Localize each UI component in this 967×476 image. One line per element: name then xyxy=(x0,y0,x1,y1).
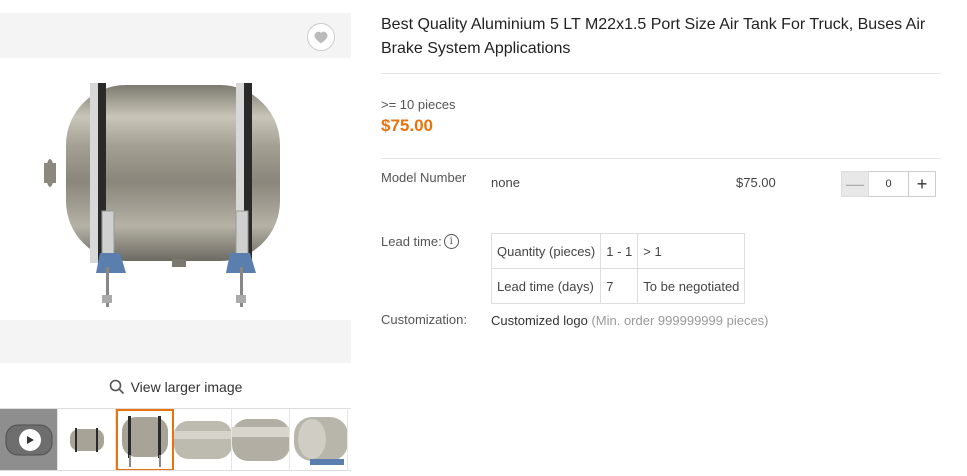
model-number-value: none xyxy=(491,175,520,190)
table-row: Quantity (pieces) 1 - 1 > 1 xyxy=(490,233,746,269)
lead-time-label: Lead time: xyxy=(381,234,442,249)
table-cell: 1 - 1 xyxy=(600,233,639,269)
search-icon xyxy=(109,379,124,395)
lead-time-label-wrap: Lead time: i xyxy=(381,234,459,249)
table-cell: > 1 xyxy=(637,233,746,269)
thumbnail-1[interactable] xyxy=(58,409,116,470)
table-cell: Lead time (days) xyxy=(490,268,602,304)
thumbnail-image xyxy=(232,419,289,461)
main-image-area[interactable] xyxy=(0,13,351,363)
thumbnail-3[interactable] xyxy=(174,409,232,470)
thumbnail-image xyxy=(122,416,168,467)
lead-time-row: Lead time: i Quantity (pieces) 1 - 1 > 1… xyxy=(381,215,941,307)
table-cell: Quantity (pieces) xyxy=(490,233,602,269)
view-larger-label: View larger image xyxy=(130,379,243,395)
customization-row: Customization: Customized logo (Min. ord… xyxy=(381,312,941,342)
variant-price: $75.00 xyxy=(736,175,776,190)
favorite-button[interactable] xyxy=(307,23,335,51)
thumbnail-image xyxy=(174,421,231,459)
play-icon xyxy=(19,429,41,451)
thumbnail-image xyxy=(294,417,347,465)
decrease-quantity-button[interactable]: — xyxy=(841,171,869,197)
video-thumbnail[interactable] xyxy=(0,409,58,470)
product-info: Best Quality Aluminium 5 LT M22x1.5 Port… xyxy=(381,13,941,342)
heart-icon xyxy=(314,31,328,43)
model-number-row: Model Number none $75.00 — + xyxy=(381,159,941,215)
customization-value: Customized logo xyxy=(491,313,588,328)
thumbnail-5[interactable] xyxy=(290,409,348,470)
thumbnail-2[interactable] xyxy=(116,409,174,470)
thumbnail-image xyxy=(70,428,104,452)
table-cell: To be negotiated xyxy=(637,268,746,304)
increase-quantity-button[interactable]: + xyxy=(908,171,936,197)
product-gallery: View larger image xyxy=(0,13,351,471)
quantity-stepper: — + xyxy=(841,171,936,197)
table-row: Lead time (days) 7 To be negotiated xyxy=(490,268,746,304)
price-block: >= 10 pieces $75.00 xyxy=(381,74,941,158)
customization-note: (Min. order 999999999 pieces) xyxy=(591,313,769,328)
table-cell: 7 xyxy=(600,268,639,304)
view-larger-image-link[interactable]: View larger image xyxy=(0,374,351,400)
thumbnail-strip xyxy=(0,408,351,471)
product-title: Best Quality Aluminium 5 LT M22x1.5 Port… xyxy=(381,16,926,57)
quantity-range: >= 10 pieces xyxy=(381,97,456,112)
lead-time-table: Quantity (pieces) 1 - 1 > 1 Lead time (d… xyxy=(490,233,746,304)
unit-price: $75.00 xyxy=(381,116,433,135)
air-tank-product-image xyxy=(44,83,280,307)
customization-label: Customization: xyxy=(381,312,467,327)
info-icon[interactable]: i xyxy=(443,234,459,249)
model-number-label: Model Number xyxy=(381,170,467,185)
thumbnail-4[interactable] xyxy=(232,409,290,470)
customization-value-wrap: Customized logo (Min. order 999999999 pi… xyxy=(491,313,769,328)
quantity-input[interactable] xyxy=(869,171,908,197)
